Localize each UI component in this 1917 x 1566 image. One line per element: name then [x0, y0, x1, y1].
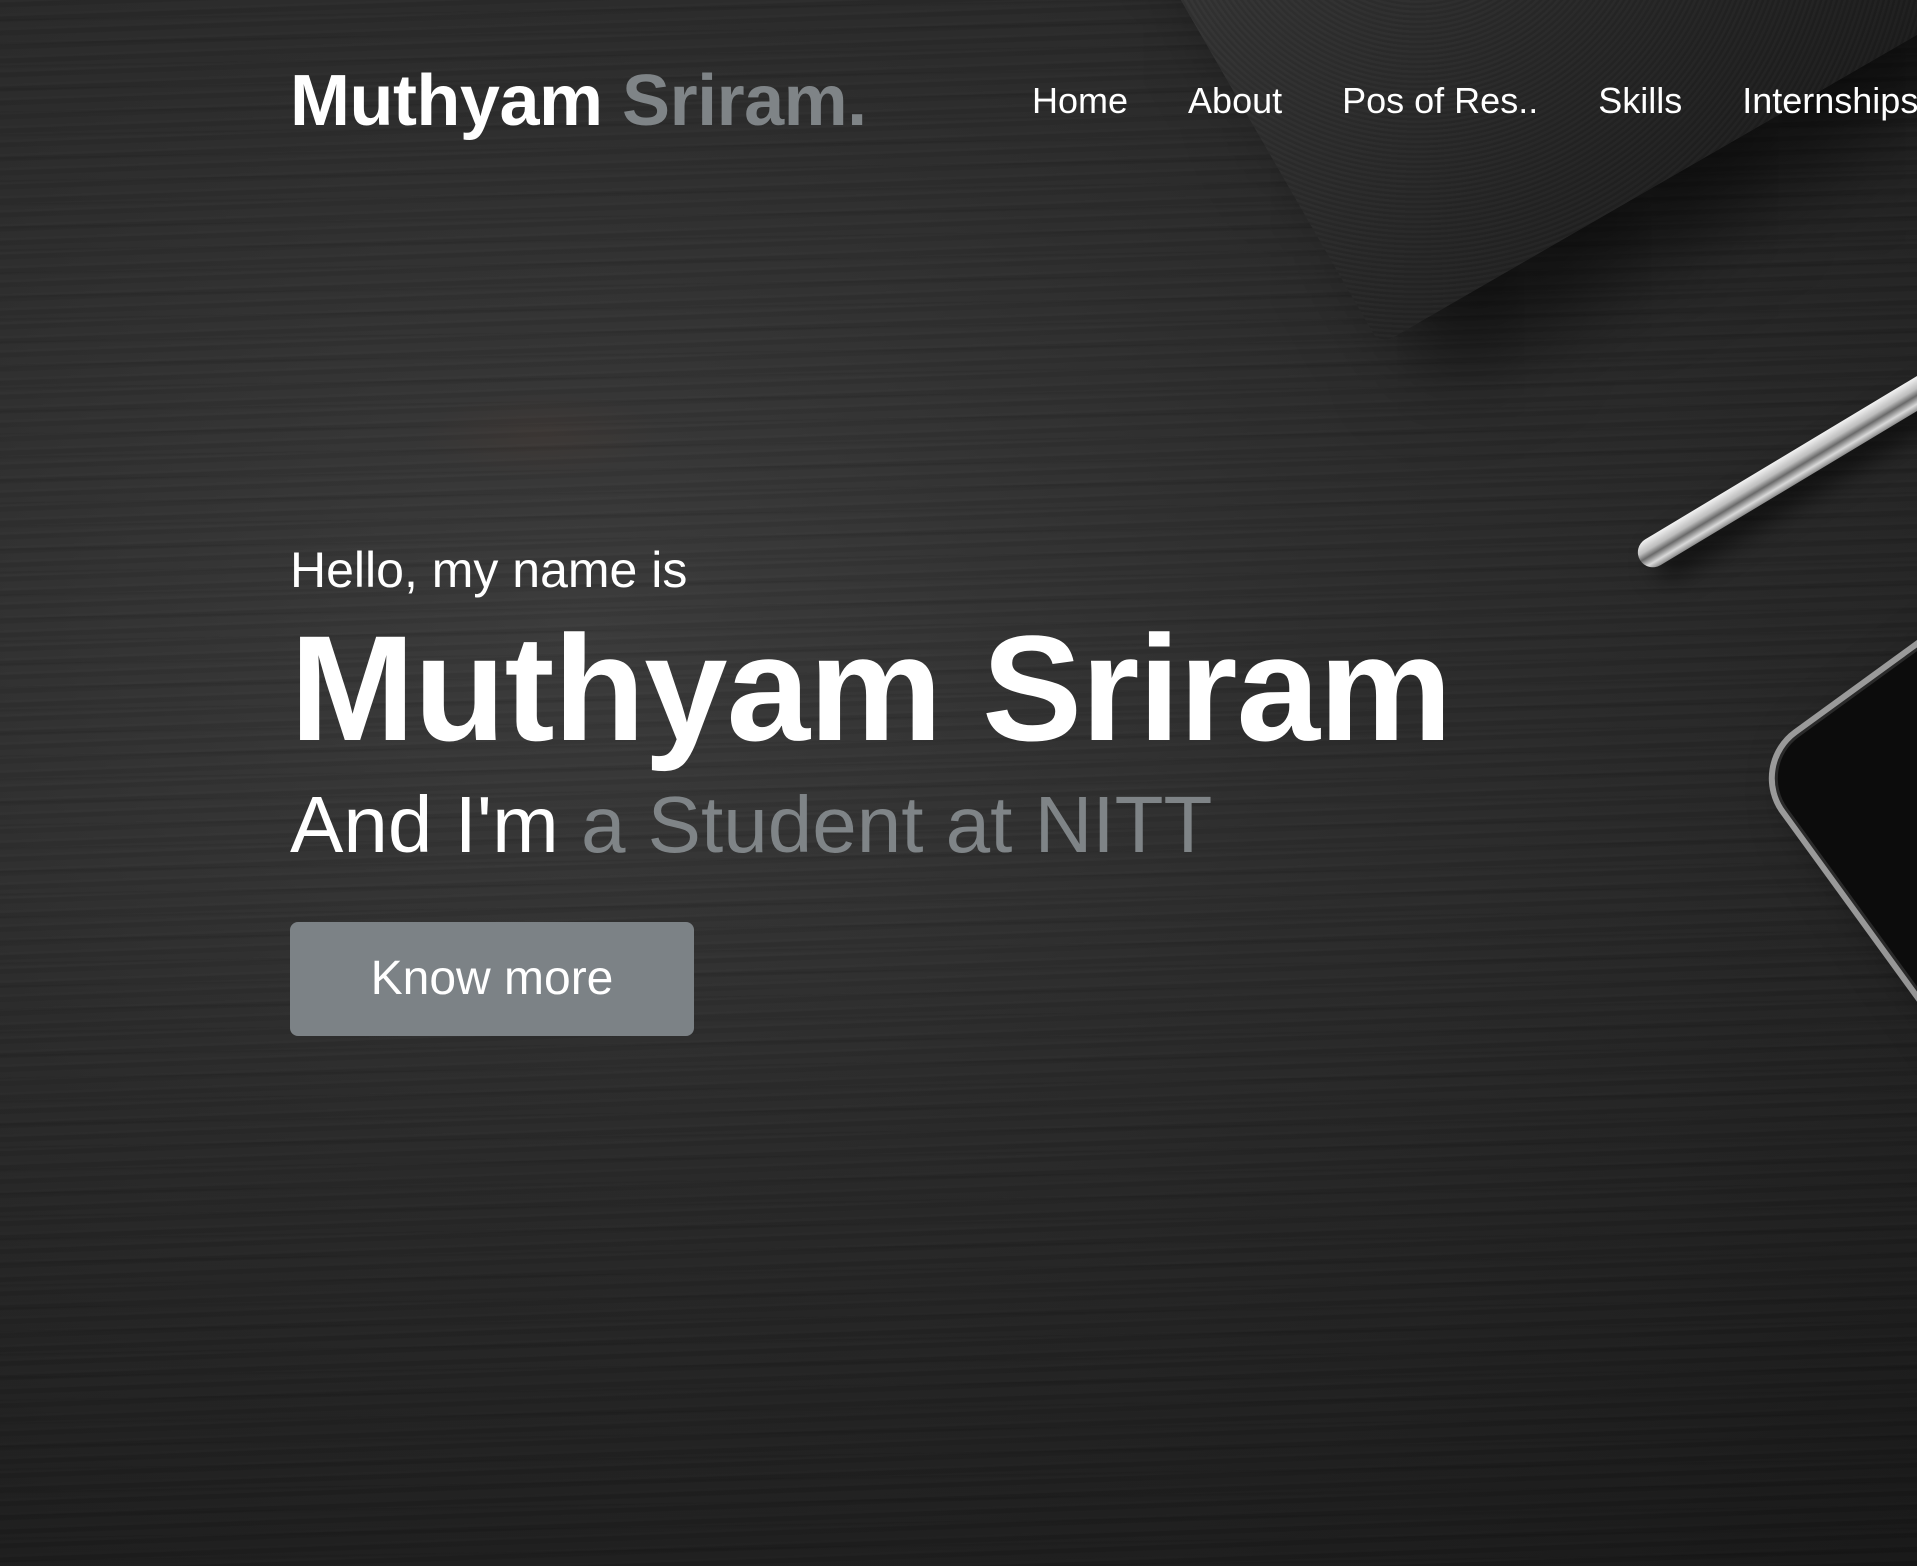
hero-name: Muthyam Sriram [290, 604, 1452, 772]
logo-last-name: Sriram. [622, 61, 867, 141]
nav-menu: Home About Pos of Res.. Skills Internshi… [1032, 80, 1917, 122]
phone-image [1745, 534, 1917, 1406]
nav-item-internships: Internships [1742, 80, 1917, 122]
hero-role: And I'm a Student at NITT [290, 780, 1451, 870]
logo-first-name: Muthyam [290, 61, 603, 141]
nav-item-home: Home [1032, 80, 1128, 122]
nav-link-about[interactable]: About [1188, 80, 1282, 121]
hero-content: Hello, my name is Muthyam Sriram And I'm… [290, 540, 1452, 1036]
nav-link-home[interactable]: Home [1032, 80, 1128, 121]
nav-link-positions[interactable]: Pos of Res.. [1342, 80, 1538, 121]
role-typed-text: a Student at NITT [580, 780, 1213, 869]
nav-item-skills: Skills [1598, 80, 1682, 122]
navbar: Muthyam Sriram. Home About Pos of Res.. … [0, 0, 1917, 200]
wood-knot [420, 390, 660, 480]
role-prefix: And I'm [290, 780, 559, 869]
know-more-button[interactable]: Know more [290, 922, 694, 1036]
site-logo[interactable]: Muthyam Sriram. [290, 60, 867, 142]
nav-item-positions: Pos of Res.. [1342, 80, 1538, 122]
nav-link-skills[interactable]: Skills [1598, 80, 1682, 121]
hero-greeting: Hello, my name is [290, 542, 688, 598]
nav-link-internships[interactable]: Internships [1742, 80, 1917, 121]
nav-item-about: About [1188, 80, 1282, 122]
pen-image [1632, 330, 1917, 573]
